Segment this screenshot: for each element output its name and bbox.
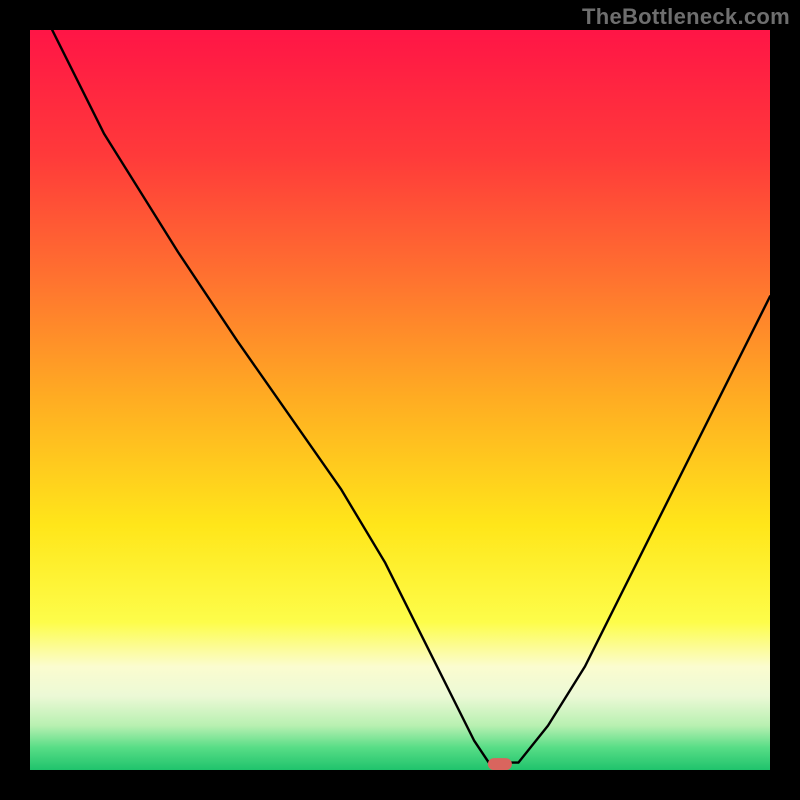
chart-svg (30, 30, 770, 770)
watermark-text: TheBottleneck.com (582, 4, 790, 30)
gradient-rect (30, 30, 770, 770)
plot-area (30, 30, 770, 770)
optimal-marker (488, 758, 512, 770)
chart-frame: TheBottleneck.com (0, 0, 800, 800)
